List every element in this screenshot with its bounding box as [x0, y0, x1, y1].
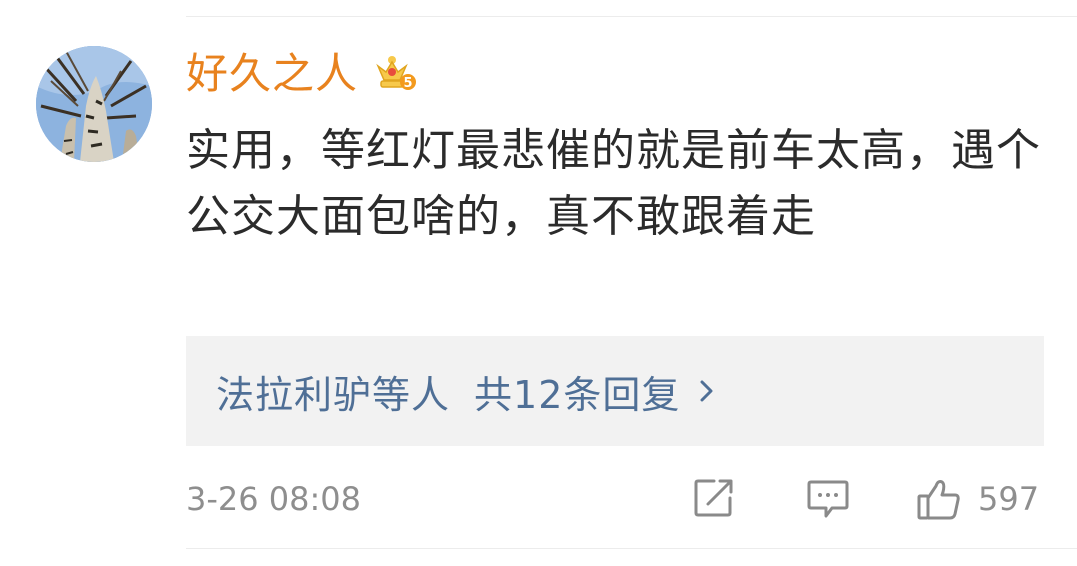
like-button[interactable]: 597	[916, 474, 1039, 524]
username[interactable]: 好久之人	[186, 53, 358, 95]
thumbs-up-icon	[917, 480, 960, 520]
avatar-tree-image	[36, 46, 152, 162]
chevron-right-icon	[700, 380, 713, 402]
avatar[interactable]	[36, 46, 152, 162]
top-divider	[186, 16, 1077, 17]
replies-names: 法拉利驴等人	[216, 372, 451, 417]
username-row: 好久之人 5	[186, 44, 418, 104]
view-replies-button[interactable]: 法拉利驴等人 共12条回复	[186, 336, 1044, 446]
replies-count: 共12条回复	[474, 372, 681, 417]
like-count: 597	[978, 480, 1040, 518]
comment-footer: 3-26 08:08 597	[186, 470, 1046, 526]
comment-bubble-icon[interactable]	[806, 476, 850, 520]
crown-badge-icon[interactable]: 5	[374, 52, 418, 96]
badge-level: 5	[403, 76, 412, 91]
share-edit-icon[interactable]	[692, 476, 736, 520]
bottom-divider	[186, 548, 1077, 549]
timestamp: 3-26 08:08	[186, 480, 362, 518]
comment-text: 实用，等红灯最悲催的就是前车太高，遇个公交大面包啥的，真不敢跟着走	[186, 125, 1041, 242]
